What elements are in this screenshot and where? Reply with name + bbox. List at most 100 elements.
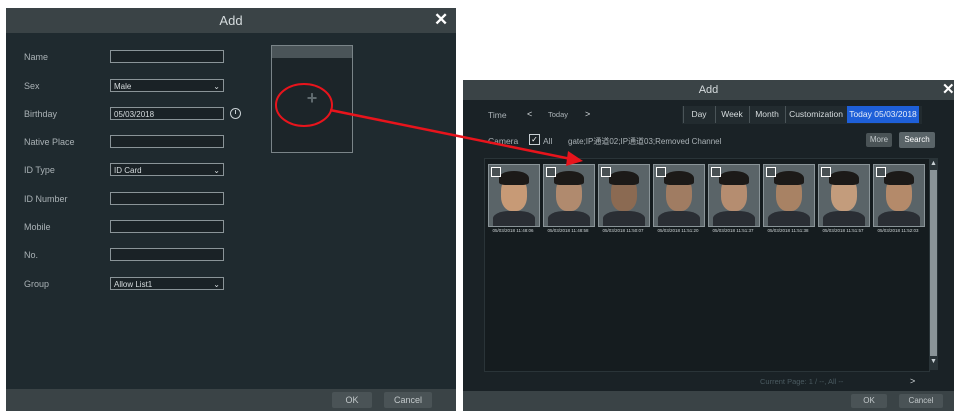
field-label: ID Type	[24, 165, 55, 175]
select-checkbox[interactable]	[821, 167, 831, 177]
today-link[interactable]: Today	[548, 110, 568, 119]
ok-button[interactable]: OK	[332, 392, 372, 408]
person-hair	[609, 171, 639, 185]
face-thumbnail[interactable]	[818, 164, 870, 227]
field-select[interactable]: Male ⌄	[110, 79, 224, 92]
thumbnail-timestamp: 05/03/2018 11:50:07	[602, 228, 644, 233]
tab-day[interactable]: Day	[683, 106, 714, 123]
close-icon[interactable]: ✕	[942, 80, 954, 98]
field-input[interactable]	[110, 50, 224, 63]
person-body	[713, 211, 755, 226]
person-hair	[499, 171, 529, 185]
field-select[interactable]: Allow List1 ⌄	[110, 277, 224, 290]
next-day-icon[interactable]: >	[585, 109, 590, 119]
field-label: Birthday	[24, 109, 58, 119]
thumbnail-timestamp: 05/03/2018 11:52:03	[877, 228, 919, 233]
face-thumbnail[interactable]	[763, 164, 815, 227]
field-input[interactable]	[110, 192, 224, 205]
face-thumbnail[interactable]	[488, 164, 540, 227]
person-body	[768, 211, 810, 226]
person-hair	[884, 171, 914, 185]
thumbnail-timestamp: 05/03/2018 11:51:38	[767, 228, 809, 233]
thumbnail-timestamp: 05/03/2018 11:51:20	[657, 228, 699, 233]
select-checkbox[interactable]	[546, 167, 556, 177]
field-label: Group	[24, 279, 50, 289]
select-checkbox[interactable]	[601, 167, 611, 177]
chevron-down-icon: ⌄	[213, 82, 220, 91]
chevron-down-icon: ⌄	[213, 166, 220, 175]
field-input[interactable]	[110, 248, 224, 261]
person-body	[548, 211, 590, 226]
field-input[interactable]: 05/03/2018	[110, 107, 224, 120]
person-body	[878, 211, 920, 226]
dialog-footer: OK Cancel	[463, 391, 954, 411]
channel-list[interactable]: gate;IP通道02;IP通道03;Removed Channel	[568, 136, 721, 147]
person-hair	[719, 171, 749, 185]
tab-week[interactable]: Week	[715, 106, 748, 123]
camera-label: Camera	[488, 136, 519, 146]
person-hair	[664, 171, 694, 185]
scroll-up-icon[interactable]: ▲	[929, 160, 938, 167]
close-icon[interactable]: ✕	[434, 10, 448, 30]
field-label: Sex	[24, 81, 40, 91]
tab-month[interactable]: Month	[749, 106, 784, 123]
field-input[interactable]	[110, 220, 224, 233]
add-person-dialog: Add ✕ Name Sex Male ⌄ Birthday 05/03/2018 Nati…	[6, 8, 456, 411]
scroll-down-icon[interactable]: ▼	[929, 358, 938, 365]
dialog-title: Add	[219, 13, 243, 28]
time-label: Time	[488, 110, 507, 120]
add-photo-icon[interactable]: +	[272, 88, 352, 109]
prev-day-icon[interactable]: <	[527, 109, 532, 119]
person-body	[658, 211, 700, 226]
face-thumbnail[interactable]	[543, 164, 595, 227]
field-label: ID Number	[24, 194, 68, 204]
search-button[interactable]: Search	[899, 132, 935, 148]
photo-upload-box[interactable]: +	[271, 45, 353, 153]
cancel-button[interactable]: Cancel	[384, 392, 432, 408]
dialog-title: Add	[698, 84, 719, 96]
clock-hand	[235, 110, 236, 114]
active-date-button[interactable]: Today 05/03/2018	[847, 106, 919, 123]
thumbnail-timestamp: 05/03/2018 11:51:37	[712, 228, 754, 233]
select-checkbox[interactable]	[711, 167, 721, 177]
select-checkbox[interactable]	[876, 167, 886, 177]
face-thumbnail[interactable]	[708, 164, 760, 227]
select-checkbox[interactable]	[656, 167, 666, 177]
all-label: All	[543, 136, 553, 146]
select-checkbox[interactable]	[766, 167, 776, 177]
thumbnail-timestamp: 05/03/2018 11:51:57	[822, 228, 864, 233]
ok-button[interactable]: OK	[851, 394, 887, 408]
face-thumbnail[interactable]	[873, 164, 925, 227]
scroll-thumb[interactable]	[930, 170, 937, 356]
results-scrollbar[interactable]: ▲ ▼	[929, 158, 938, 370]
field-label: Mobile	[24, 222, 51, 232]
cancel-button[interactable]: Cancel	[899, 394, 943, 408]
face-thumbnail[interactable]	[598, 164, 650, 227]
person-body	[823, 211, 865, 226]
field-value: ID Card	[114, 166, 142, 175]
thumbnail-timestamp: 05/03/2018 11:48:06	[492, 228, 534, 233]
more-button[interactable]: More	[866, 133, 892, 147]
person-hair	[774, 171, 804, 185]
field-value: 05/03/2018	[114, 110, 155, 119]
field-label: Name	[24, 52, 49, 62]
clock-icon[interactable]	[230, 108, 241, 119]
face-thumbnail[interactable]	[653, 164, 705, 227]
next-page-icon[interactable]: >	[910, 376, 915, 386]
select-checkbox[interactable]	[491, 167, 501, 177]
pagination-text: Current Page: 1 / --, All --	[760, 377, 844, 386]
dialog-titlebar: Add	[6, 8, 456, 33]
field-select[interactable]: ID Card ⌄	[110, 163, 224, 176]
tab-customization[interactable]: Customization	[785, 106, 846, 123]
dialog-footer: OK Cancel	[6, 389, 456, 411]
photo-box-header	[272, 46, 352, 58]
thumbnail-timestamp: 05/03/2018 11:48:58	[547, 228, 589, 233]
field-input[interactable]	[110, 135, 224, 148]
field-value: Male	[114, 82, 132, 91]
all-camera-checkbox[interactable]: ✓	[529, 134, 540, 145]
person-body	[493, 211, 535, 226]
field-label: No.	[24, 250, 39, 260]
person-body	[603, 211, 645, 226]
chevron-down-icon: ⌄	[213, 280, 220, 289]
field-value: Allow List1	[114, 280, 153, 289]
